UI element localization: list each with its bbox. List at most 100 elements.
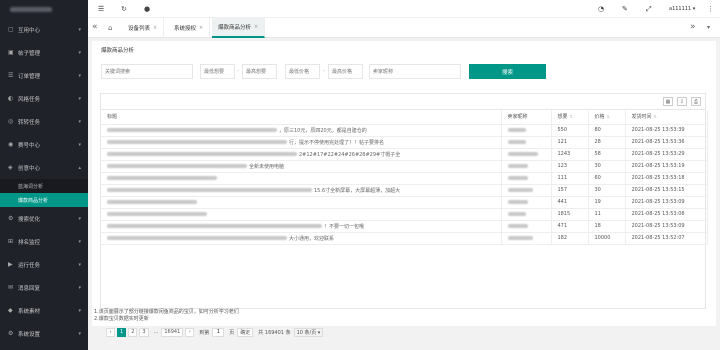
cell-seller (501, 208, 552, 221)
tabs-prev-icon[interactable]: « (92, 22, 98, 32)
sidebar-subitem-2[interactable]: 爆款商品分析 (0, 193, 88, 207)
cell-price: 11 (588, 208, 626, 221)
goto-page-input[interactable] (212, 327, 225, 337)
col-label: 发货时间 (631, 114, 652, 121)
cell-time: 2021-08-25 13:53:18 (625, 172, 708, 185)
page-2-button[interactable]: 2 (128, 327, 138, 337)
cell-title[interactable] (101, 172, 502, 185)
col-label: 想要 (557, 114, 568, 121)
col-price[interactable]: 价格 ⇅ (588, 110, 626, 125)
cell-title[interactable]: 2#12#17#22#24#26#28#29#寸帽子全 (101, 148, 502, 161)
sidebar-item-1[interactable]: ▢ 互用中心 ▾ (0, 18, 88, 41)
goto-confirm-button[interactable]: 确定 (237, 327, 254, 337)
cell-price: 80 (588, 124, 626, 137)
tabs-next-icon[interactable]: » (690, 22, 696, 32)
sidebar-item-11[interactable]: ✉ 消息回复 ▾ (0, 276, 88, 299)
cell-title[interactable]: 行，提示不停使用完处理了！！帖子要排名 (101, 136, 502, 149)
next-page-button[interactable]: › (185, 327, 195, 337)
sidebar-item-label: 赛号中心 (18, 142, 41, 149)
cell-time: 2021-08-25 13:53:09 (625, 220, 708, 233)
want-max-input[interactable] (242, 64, 277, 79)
sort-icon[interactable]: ⇅ (654, 114, 657, 119)
sort-icon[interactable]: ⇅ (607, 114, 610, 119)
want-min-input[interactable] (200, 64, 235, 79)
cell-time: 2021-08-25 13:53:36 (625, 136, 708, 149)
cell-seller (501, 160, 552, 173)
tab-device-list[interactable]: 设备列表 × (122, 18, 165, 38)
table-row[interactable]: ！不要一切一包哦 471 18 2021-08-25 13:53:09 (101, 220, 708, 233)
print-icon[interactable]: ⎙ (691, 97, 701, 106)
main-content: 爆款商品分析 - - 搜索 ▦ ⇩ ⎙ 标题 卖家昵称 想要⇅ 价格⇅ 发货时间… (92, 41, 716, 337)
table-row[interactable]: 15.6寸全新屏幕，大屏幕超薄，加超大 157 30 2021-08-25 13… (101, 184, 708, 197)
more-icon[interactable]: ⋮ (707, 5, 714, 13)
sidebar-item-icon: ⚙ (8, 215, 14, 222)
last-page-button[interactable]: 16941 (161, 327, 184, 337)
table-row[interactable]: ，原三10元，原四20元，都是自建仓的 550 80 2021-08-25 13… (101, 124, 708, 137)
col-want[interactable]: 想要 ⇅ (551, 110, 589, 125)
table-row[interactable]: 2#12#17#22#24#26#28#29#寸帽子全 1243 58 2021… (101, 148, 708, 161)
tab-system-auth[interactable]: 系统授权 × (168, 18, 211, 38)
sidebar-item-2[interactable]: ▣ 帖子管理 ▾ (0, 41, 88, 64)
sidebar-item-7[interactable]: ◈ 创意中心 ▴ (0, 156, 88, 179)
export-icon[interactable]: ⇩ (677, 97, 687, 106)
close-icon[interactable]: × (153, 25, 157, 31)
notes-icon[interactable]: ✎ (622, 5, 628, 13)
theme-icon[interactable]: ◔ (598, 5, 604, 13)
fullscreen-icon[interactable]: ⤢ (646, 5, 652, 14)
page-3-button[interactable]: 3 (139, 327, 149, 337)
table-row[interactable]: 1815 11 2021-08-25 13:53:08 (101, 208, 708, 221)
refresh-icon[interactable]: ↻ (121, 5, 127, 13)
search-button[interactable]: 搜索 (469, 64, 546, 79)
seller-input[interactable] (369, 64, 461, 79)
page-size-select[interactable]: 10 条/页 ▾ (293, 327, 324, 337)
price-max-input[interactable] (328, 64, 363, 79)
sort-icon[interactable]: ⇅ (570, 114, 573, 119)
columns-icon[interactable]: ▦ (663, 97, 673, 106)
sidebar-item-6[interactable]: ◉ 赛号中心 ▾ (0, 133, 88, 156)
cell-title[interactable] (101, 208, 502, 221)
chat-icon[interactable]: ● (144, 5, 150, 13)
tabs-menu-icon[interactable]: ▾ (707, 24, 710, 31)
sidebar-item-8[interactable]: ⚙ 搜索优化 ▾ (0, 207, 88, 230)
price-min-input[interactable] (285, 64, 320, 79)
menu-toggle-icon[interactable]: ☰ (98, 5, 104, 13)
title-text: 15.6寸全新屏幕，大屏幕超薄，加超大 (314, 187, 401, 194)
sidebar-item-icon: ◎ (8, 118, 14, 125)
col-time[interactable]: 发货时间 ⇅ (625, 110, 708, 125)
prev-page-button[interactable]: ‹ (106, 327, 115, 337)
note-line: 1.该页面展示了部分链接爆款闲鱼商品的宝贝，如可分析学习老们 (94, 309, 239, 315)
cell-title[interactable]: ！不要一切一包哦 (101, 220, 502, 233)
table-header: 标题 卖家昵称 想要 ⇅ 价格 ⇅ 发货时间 ⇅ (101, 110, 708, 125)
cell-title[interactable]: ，原三10元，原四20元，都是自建仓的 (101, 124, 502, 137)
user-menu[interactable]: a111111 ▾ (669, 6, 695, 12)
tab-hot-product-analysis[interactable]: 爆款商品分析 × (212, 18, 266, 38)
sidebar-item-9[interactable]: ⊞ 排名监控 ▾ (0, 230, 88, 253)
page-1-button[interactable]: 1 (117, 327, 127, 337)
table-row[interactable]: 111 60 2021-08-25 13:53:18 (101, 172, 708, 185)
sidebar-item-4[interactable]: ◐ 风格任务 ▾ (0, 87, 88, 110)
sidebar-item-12[interactable]: ◆ 系统素材 ▾ (0, 299, 88, 322)
keyword-input[interactable] (101, 64, 193, 79)
home-icon[interactable]: ⌂ (108, 24, 112, 32)
sidebar-item-icon: ☰ (8, 72, 14, 79)
sidebar-item-13[interactable]: ⚙ 系统设置 ▾ (0, 322, 88, 345)
goto-label: 到第 (199, 329, 210, 336)
sidebar-item-5[interactable]: ◎ 转转任务 ▾ (0, 110, 88, 133)
table-row[interactable]: 441 19 2021-08-25 13:53:09 (101, 196, 708, 209)
close-icon[interactable]: × (254, 24, 258, 30)
cell-seller (501, 148, 552, 161)
cell-title[interactable] (101, 196, 502, 209)
table-row[interactable]: 行，提示不停使用完处理了！！帖子要排名 121 28 2021-08-25 13… (101, 136, 708, 149)
sidebar-subitem-1[interactable]: 蓝海词分析 (0, 179, 88, 193)
sidebar-item-label: 互用中心 (18, 27, 41, 34)
table-row[interactable]: 全新未使用电脑 123 30 2021-08-25 13:53:19 (101, 160, 708, 173)
sidebar-item-3[interactable]: ☰ 订单管理 ▾ (0, 64, 88, 87)
sidebar: ▢ 互用中心 ▾ ▣ 帖子管理 ▾ ☰ 订单管理 ▾ ◐ 风格任务 ▾ ◎ 转转… (0, 0, 88, 350)
table-row[interactable]: 大小通用，欢迎联系 182 10000 2021-08-25 13:52:07 (101, 232, 708, 245)
close-icon[interactable]: × (199, 25, 203, 31)
cell-title[interactable]: 大小通用，欢迎联系 (101, 232, 502, 245)
sidebar-item-10[interactable]: ▶ 运行任务 ▾ (0, 253, 88, 276)
data-table: ▦ ⇩ ⎙ 标题 卖家昵称 想要 ⇅ 价格 ⇅ 发货时间 ⇅ ，原三10元，原四20元… (100, 93, 708, 309)
cell-title[interactable]: 15.6寸全新屏幕，大屏幕超薄，加超大 (101, 184, 502, 197)
cell-title[interactable]: 全新未使用电脑 (101, 160, 502, 173)
